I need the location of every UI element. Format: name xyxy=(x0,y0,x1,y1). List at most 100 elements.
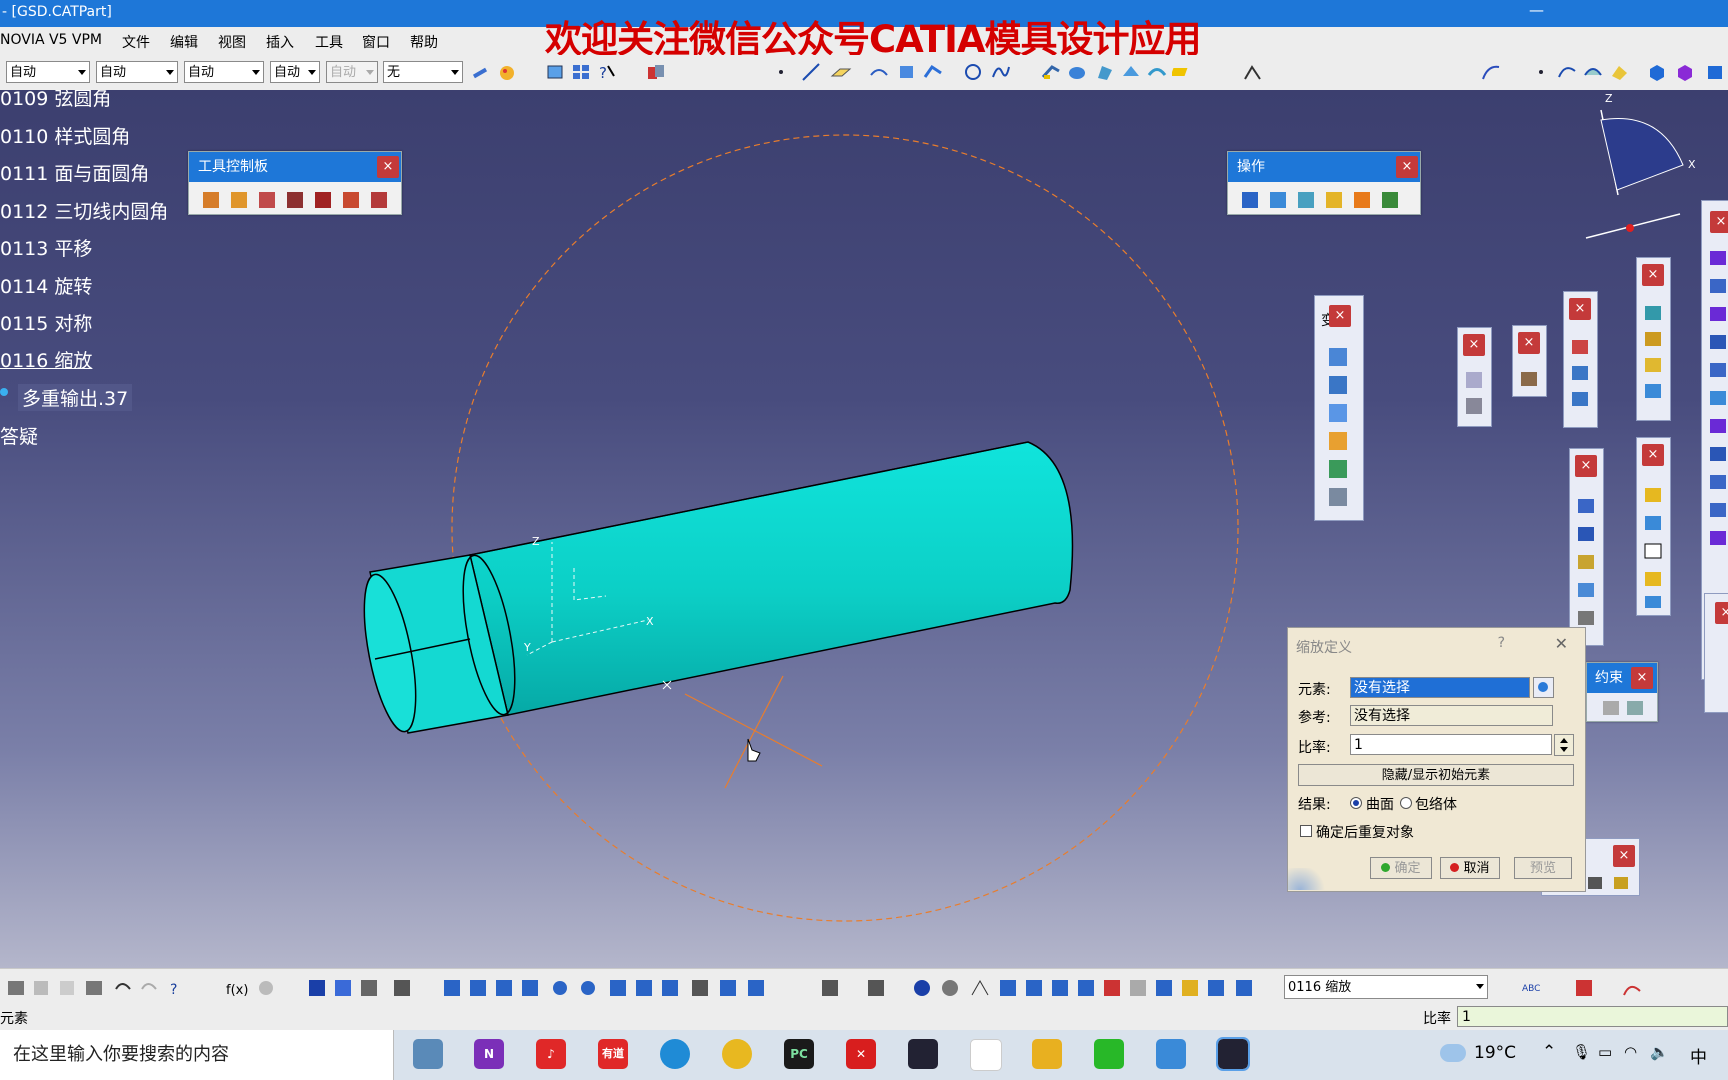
transform-palette-close-button[interactable]: × xyxy=(1329,305,1351,327)
app-chrome-icon[interactable] xyxy=(722,1039,752,1069)
sweep-icon[interactable] xyxy=(922,61,944,83)
app-youdao-icon[interactable]: 有道 xyxy=(598,1039,628,1069)
point-tools-icons[interactable] xyxy=(1643,486,1665,610)
app-catia-active-icon[interactable] xyxy=(1216,1037,1250,1071)
floating-toolbar-1-close-button[interactable]: × xyxy=(1463,334,1485,356)
menu-window[interactable]: 窗口 xyxy=(362,32,390,52)
tools-palette-close-button[interactable]: × xyxy=(377,156,399,178)
ime-indicator[interactable]: 中 xyxy=(1690,1043,1707,1068)
result-surface-radio[interactable] xyxy=(1350,797,1362,809)
floating-toolbar-3-close-button[interactable]: × xyxy=(1569,298,1591,320)
view-front-icon[interactable] xyxy=(1646,61,1668,83)
extract-icon[interactable] xyxy=(1172,61,1194,83)
line-icon[interactable] xyxy=(800,61,822,83)
ratio-input[interactable]: 1 xyxy=(1350,734,1552,755)
line-weight-combo[interactable]: 自动 xyxy=(184,61,264,83)
extrude-icon[interactable] xyxy=(868,61,890,83)
revolve-icon[interactable] xyxy=(896,61,918,83)
whats-this-icon[interactable]: ? xyxy=(596,61,618,83)
ratio-spinner[interactable] xyxy=(1554,734,1574,756)
floating-toolbar-4-close-button[interactable]: × xyxy=(1642,264,1664,286)
analysis-icon[interactable] xyxy=(1242,61,1264,83)
view-iso-icon[interactable] xyxy=(1674,61,1696,83)
dialog-close-button[interactable]: ✕ xyxy=(1555,634,1568,653)
split-icon[interactable] xyxy=(1094,61,1116,83)
menu-view[interactable]: 视图 xyxy=(218,32,246,52)
weather-temperature[interactable]: 19°C xyxy=(1474,1043,1516,1063)
app-pycharm-icon[interactable]: PC xyxy=(784,1039,814,1069)
floating-toolbar-5-close-button[interactable]: × xyxy=(1575,455,1597,477)
box-icons[interactable] xyxy=(1464,370,1486,420)
plane-icon[interactable] xyxy=(830,61,852,83)
select-icon[interactable] xyxy=(544,61,566,83)
point-small-icon[interactable] xyxy=(1530,61,1552,83)
menu-file[interactable]: 文件 xyxy=(122,32,150,52)
join-icon[interactable] xyxy=(1040,61,1062,83)
menu-insert[interactable]: 插入 xyxy=(266,32,294,52)
element-selector-icon[interactable] xyxy=(1533,677,1554,698)
floating-toolbar-right-2-close-button[interactable]: × xyxy=(1715,602,1728,624)
circle-icon[interactable] xyxy=(962,61,984,83)
taskbar-search-box[interactable]: 在这里输入你要搜索的内容 xyxy=(0,1030,394,1080)
menu-help[interactable]: 帮助 xyxy=(410,32,438,52)
sweep-tools-icons[interactable] xyxy=(1570,338,1592,418)
point-icon[interactable] xyxy=(770,61,792,83)
preview-button[interactable]: 预览 xyxy=(1514,857,1572,879)
floating-toolbar-2-close-button[interactable]: × xyxy=(1518,332,1540,354)
tools-palette-icons[interactable] xyxy=(203,190,393,210)
dialog-help-button[interactable]: ? xyxy=(1498,635,1505,651)
line-type-combo[interactable]: 自动 xyxy=(96,61,178,83)
pattern-tools-icons[interactable] xyxy=(1576,497,1598,637)
battery-icon[interactable]: ▭ xyxy=(1598,1043,1612,1061)
offset-icon[interactable] xyxy=(1608,61,1630,83)
cancel-button[interactable]: 取消 xyxy=(1440,857,1500,879)
app-onenote-icon[interactable]: N xyxy=(474,1039,504,1069)
view-side-icon[interactable] xyxy=(1704,61,1726,83)
transform-palette-icons[interactable] xyxy=(1327,346,1351,506)
knowledge-icon[interactable] xyxy=(645,61,667,83)
constraints-close-button[interactable]: × xyxy=(1631,667,1653,689)
app-catia-icon[interactable] xyxy=(413,1039,443,1069)
line-color-combo[interactable]: 自动 xyxy=(6,61,90,83)
menu-tools[interactable]: 工具 xyxy=(315,32,343,52)
curve-icon[interactable] xyxy=(1556,61,1578,83)
reference-field[interactable]: 没有选择 xyxy=(1350,705,1553,726)
microphone-icon[interactable]: 🎙 xyxy=(1572,1043,1591,1061)
surface-icon[interactable] xyxy=(1582,61,1604,83)
floating-toolbar-right-close-button[interactable]: × xyxy=(1710,211,1728,233)
app-edge-icon[interactable] xyxy=(660,1039,690,1069)
trim-icon[interactable] xyxy=(1120,61,1142,83)
repeat-object-checkbox[interactable] xyxy=(1300,825,1312,837)
app-file-explorer-icon[interactable] xyxy=(1032,1039,1062,1069)
menu-edit[interactable]: 编辑 xyxy=(170,32,198,52)
element-field[interactable]: 没有选择 xyxy=(1350,677,1530,698)
bottom-right-icons[interactable]: ABC xyxy=(1520,977,1660,999)
knife-icon[interactable] xyxy=(1519,370,1541,390)
app-xmind-icon[interactable]: ✕ xyxy=(846,1039,876,1069)
surface-tools-icons[interactable] xyxy=(1643,304,1665,414)
app-baidu-netdisk-icon[interactable] xyxy=(970,1039,1002,1071)
operations-palette-icons[interactable] xyxy=(1242,190,1417,210)
result-volume-radio[interactable] xyxy=(1400,797,1412,809)
menu-vpm[interactable]: NOVIA V5 VPM xyxy=(0,32,102,48)
volume-icon[interactable]: 🔈 xyxy=(1650,1043,1669,1061)
color-palette-icon[interactable] xyxy=(496,61,518,83)
operations-palette-close-button[interactable]: × xyxy=(1396,156,1418,178)
spline-icon[interactable] xyxy=(990,61,1012,83)
spinner-up-icon[interactable] xyxy=(1560,738,1568,743)
spinner-down-icon[interactable] xyxy=(1560,747,1568,752)
status-ratio-input[interactable]: 1 xyxy=(1457,1006,1728,1027)
floating-toolbar-bottom-close-button[interactable]: × xyxy=(1613,845,1635,867)
hide-show-initial-button[interactable]: 隐藏/显示初始元素 xyxy=(1298,764,1574,786)
ok-button[interactable]: 确定 xyxy=(1370,857,1432,879)
heal-icon[interactable] xyxy=(1066,61,1088,83)
bottom-toolbar-icons[interactable]: ? f(x) xyxy=(4,977,1254,999)
constraint-icons[interactable] xyxy=(1601,699,1651,719)
app-wechat-icon[interactable] xyxy=(1094,1039,1124,1069)
tray-expand-icon[interactable]: ⌃ xyxy=(1542,1042,1556,1062)
app-control-panel-icon[interactable] xyxy=(1156,1039,1186,1069)
format-painter-icon[interactable] xyxy=(470,61,492,83)
minimize-button[interactable]: — xyxy=(1529,1,1544,19)
current-feature-combo[interactable]: 0116 缩放 xyxy=(1284,975,1488,999)
floating-toolbar-6-close-button[interactable]: × xyxy=(1642,444,1664,466)
